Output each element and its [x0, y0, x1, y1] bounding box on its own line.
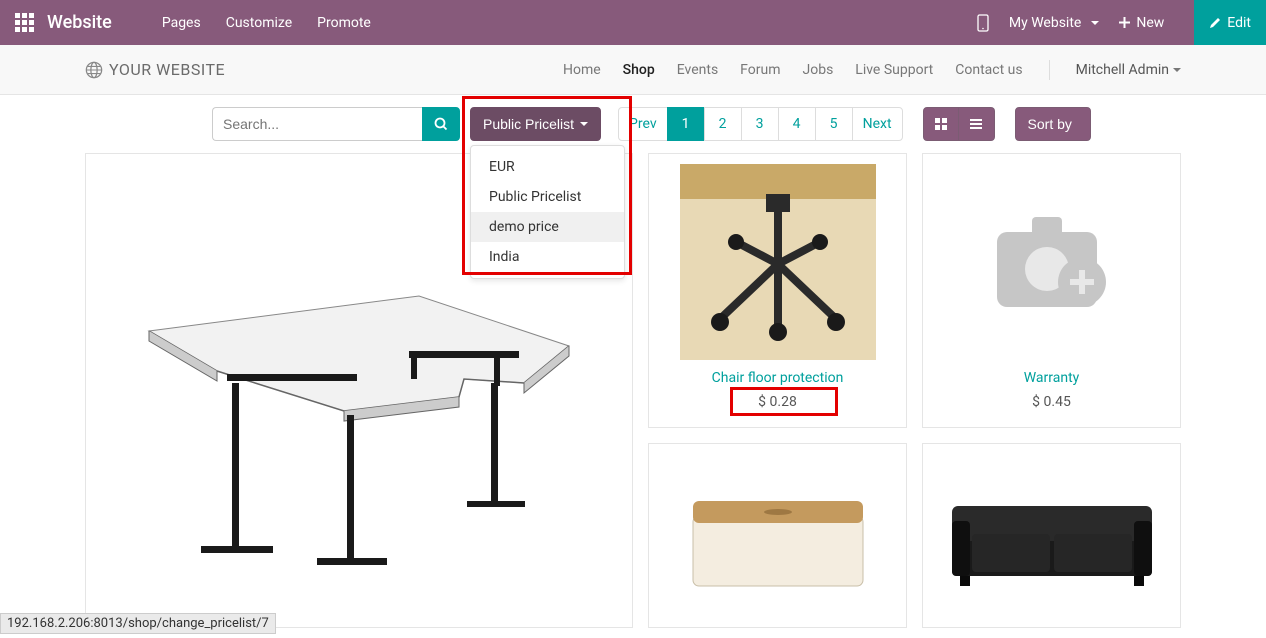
- product-card-warranty[interactable]: Warranty $ 0.45: [922, 153, 1181, 428]
- mobile-preview-icon[interactable]: [977, 14, 989, 32]
- app-brand[interactable]: Website: [47, 12, 112, 33]
- new-button[interactable]: New: [1119, 15, 1164, 31]
- search-icon: [434, 117, 448, 131]
- product-card-box[interactable]: [648, 443, 907, 628]
- caret-down-icon: [1173, 68, 1181, 72]
- highlight-box-price: [730, 387, 838, 416]
- user-name: Mitchell Admin: [1076, 62, 1169, 78]
- site-logo-text: YOUR WEBSITE: [109, 60, 225, 79]
- nav-shop[interactable]: Shop: [623, 62, 655, 78]
- my-website-dropdown[interactable]: My Website: [1009, 15, 1099, 31]
- product-name: Chair floor protection: [659, 370, 896, 386]
- pricelist-option-eur[interactable]: EUR: [471, 152, 624, 182]
- page-3[interactable]: 3: [741, 107, 779, 141]
- nav-live-support[interactable]: Live Support: [855, 62, 933, 78]
- page-prev[interactable]: Prev: [618, 107, 668, 141]
- menu-pages[interactable]: Pages: [162, 15, 201, 31]
- product-price: $ 0.45: [1032, 394, 1071, 410]
- apps-icon[interactable]: [15, 13, 35, 33]
- my-website-label: My Website: [1009, 15, 1081, 31]
- search-input[interactable]: [212, 107, 422, 141]
- edit-button[interactable]: Edit: [1194, 0, 1266, 45]
- sort-dropdown-button[interactable]: Sort by: [1015, 107, 1091, 141]
- product-card-sofa[interactable]: [922, 443, 1181, 628]
- status-bar: 192.168.2.206:8013/shop/change_pricelist…: [0, 613, 276, 634]
- list-view-button[interactable]: [959, 107, 995, 141]
- nav-events[interactable]: Events: [677, 62, 718, 78]
- new-label: New: [1136, 15, 1164, 31]
- nav-divider: [1049, 60, 1050, 80]
- page-5[interactable]: 5: [815, 107, 853, 141]
- nav-jobs[interactable]: Jobs: [803, 62, 834, 78]
- caret-down-icon: [580, 122, 588, 126]
- site-logo[interactable]: YOUR WEBSITE: [85, 60, 225, 79]
- caret-down-icon: [1091, 21, 1099, 25]
- product-image-placeholder: [954, 164, 1150, 360]
- product-image: [680, 164, 876, 360]
- pricelist-option-demo[interactable]: demo price: [471, 212, 624, 242]
- edit-label: Edit: [1227, 15, 1251, 31]
- view-toggle: [923, 107, 995, 141]
- pricelist-option-india[interactable]: India: [471, 242, 624, 272]
- user-menu[interactable]: Mitchell Admin: [1076, 62, 1181, 78]
- pricelist-label: Public Pricelist: [483, 116, 574, 132]
- topbar-menu: Pages Customize Promote: [162, 15, 371, 31]
- nav-forum[interactable]: Forum: [740, 62, 780, 78]
- list-icon: [969, 117, 983, 131]
- pricelist-dropdown-button[interactable]: Public Pricelist: [470, 107, 601, 141]
- menu-customize[interactable]: Customize: [226, 15, 292, 31]
- nav-contact[interactable]: Contact us: [955, 62, 1022, 78]
- pagination: Prev 1 2 3 4 5 Next: [619, 107, 903, 141]
- page-next[interactable]: Next: [852, 107, 903, 141]
- page-2[interactable]: 2: [704, 107, 742, 141]
- product-name: Warranty: [933, 370, 1170, 386]
- search-button[interactable]: [422, 107, 460, 141]
- grid-icon: [934, 117, 948, 131]
- search-group: [212, 107, 460, 141]
- nav-home[interactable]: Home: [563, 62, 601, 78]
- menu-promote[interactable]: Promote: [317, 15, 371, 31]
- product-price: $ 0.28: [758, 394, 797, 410]
- grid-view-button[interactable]: [923, 107, 959, 141]
- box-image: [673, 471, 883, 601]
- product-card-chair-protection[interactable]: Chair floor protection $ 0.28: [648, 153, 907, 428]
- page-1[interactable]: 1: [667, 107, 705, 141]
- sofa-image: [942, 476, 1162, 596]
- pricelist-dropdown-menu: EUR Public Pricelist demo price India: [470, 145, 625, 279]
- pricelist-option-public[interactable]: Public Pricelist: [471, 182, 624, 212]
- sort-label: Sort by: [1028, 116, 1072, 132]
- globe-icon: [85, 61, 103, 79]
- page-4[interactable]: 4: [778, 107, 816, 141]
